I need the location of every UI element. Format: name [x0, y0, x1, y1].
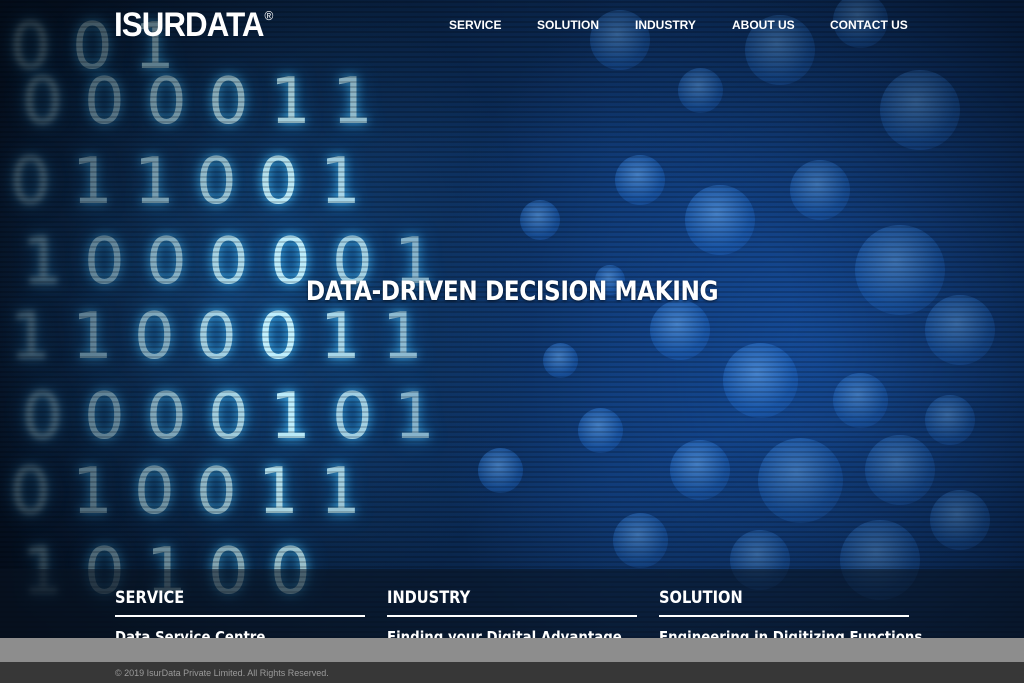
feature-title: SOLUTION [659, 588, 743, 608]
feature-title: SERVICE [115, 588, 185, 608]
nav-item-industry[interactable]: INDUSTRY [635, 18, 696, 32]
feature-divider [387, 615, 637, 617]
feature-divider [115, 615, 365, 617]
vignette-overlay [0, 0, 1024, 638]
hero-headline: DATA-DRIVEN DECISION MAKING [305, 276, 719, 307]
main-nav: SERVICE SOLUTION INDUSTRY ABOUT US CONTA… [0, 18, 1024, 34]
nav-item-solution[interactable]: SOLUTION [537, 18, 599, 32]
feature-divider [659, 615, 909, 617]
nav-item-service[interactable]: SERVICE [449, 18, 501, 32]
footer: © 2019 IsurData Private Limited. All Rig… [0, 662, 1024, 683]
top-navigation-bar: ISURDATA® SERVICE SOLUTION INDUSTRY ABOU… [0, 0, 1024, 50]
hero-background: 0010000110110011000001110001100001010100… [0, 0, 1024, 638]
feature-title: INDUSTRY [387, 588, 471, 608]
nav-item-about-us[interactable]: ABOUT US [732, 18, 795, 32]
copyright-text: © 2019 IsurData Private Limited. All Rig… [115, 668, 329, 678]
footer-strip [0, 638, 1024, 662]
nav-item-contact-us[interactable]: CONTACT US [830, 18, 908, 32]
